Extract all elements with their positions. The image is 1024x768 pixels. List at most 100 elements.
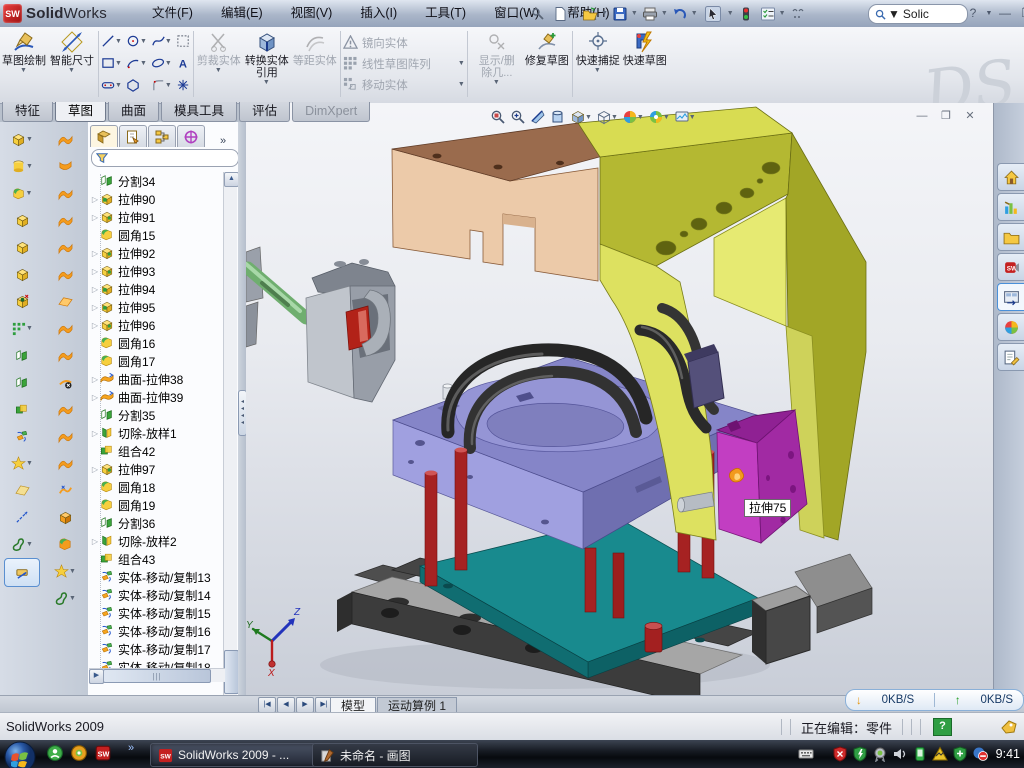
print-dropdown-icon[interactable]: ▼ (661, 10, 668, 17)
offset-entities-button[interactable]: 等距实体 (292, 29, 338, 99)
tab-评估[interactable]: 评估 (239, 102, 290, 122)
quicklaunch-solidworks-launcher[interactable]: SW (94, 744, 112, 762)
sketch-entity-box-select[interactable] (176, 30, 191, 52)
expand-icon[interactable]: ▷ (90, 195, 100, 204)
display-delete-relations-button[interactable]: 显示/删除几...▼ (470, 29, 524, 99)
smart-dimension-button[interactable]: 智能尺寸▼ (48, 29, 96, 99)
network-speed-widget[interactable]: ↓ 0KB/S ↑ 0KB/S (845, 689, 1024, 711)
tab-模具工具[interactable]: 模具工具 (161, 102, 237, 122)
revolved-surface-button[interactable] (48, 153, 82, 180)
graphics-viewport[interactable]: Y Z X ▼▼▼▼▼ — ❐ ✕ 拉伸75 (246, 103, 993, 695)
untrim-surface-button[interactable] (48, 423, 82, 450)
toolbar-pin-icon[interactable] (528, 4, 548, 24)
tree-item[interactable]: 分割35 (90, 406, 222, 424)
zoom-area-button[interactable] (510, 109, 526, 125)
restore-button[interactable]: ❐ (1016, 4, 1024, 22)
quicklaunch-messenger[interactable] (46, 744, 64, 762)
expand-icon[interactable]: ▷ (90, 465, 100, 474)
minimize-button[interactable]: — (994, 4, 1016, 22)
select-arrow-dropdown-icon[interactable]: ▼ (727, 10, 734, 17)
tree-item[interactable]: 圆角15 (90, 226, 222, 244)
expand-icon[interactable]: ▷ (90, 393, 100, 402)
menu-插入(I)[interactable]: 插入(I) (346, 0, 411, 27)
tree-item[interactable]: 圆角16 (90, 334, 222, 352)
sketch-button[interactable]: 草图绘制▼ (0, 29, 48, 99)
move-copy-body-button[interactable] (5, 423, 39, 450)
sketch-entity-spline[interactable]: ▼ (151, 30, 172, 52)
expand-icon[interactable]: ▷ (90, 267, 100, 276)
view-setting-button[interactable]: ▼ (674, 109, 696, 125)
tree-vertical-scrollbar[interactable]: ▲ ▼ (223, 172, 237, 732)
tree-item[interactable]: ▷曲面-拉伸38 (90, 370, 222, 388)
tab-曲面[interactable]: 曲面 (108, 102, 159, 122)
new-file-dropdown-icon[interactable]: ▼ (571, 10, 578, 17)
panel-tab-feature-manager[interactable] (90, 125, 118, 147)
convert-entities-button[interactable]: 转换实体引用▼ (242, 29, 292, 99)
tree-item[interactable]: 实体-移动/复制14 (90, 586, 222, 604)
tree-scroll-thumb[interactable] (224, 650, 239, 694)
help-status-badge[interactable]: ? (933, 718, 952, 736)
tree-item[interactable]: ▷拉伸91 (90, 208, 222, 226)
taskpane-tab-solidworks-resources[interactable]: SW (997, 253, 1024, 281)
tree-item[interactable]: ▷拉伸94 (90, 280, 222, 298)
tree-item[interactable]: 实体-移动/复制17 (90, 640, 222, 658)
tree-item[interactable]: ▷拉伸96 (90, 316, 222, 334)
display-style-button[interactable]: ▼ (570, 109, 592, 125)
linear-sketch-pattern-button[interactable]: 线性草图阵列▼ (343, 53, 465, 74)
pattern-dropdown-icon[interactable]: ▼ (458, 60, 465, 67)
tree-item[interactable]: ▷切除-放样1 (90, 424, 222, 442)
tree-item[interactable]: 实体-移动/复制15 (90, 604, 222, 622)
tree-item[interactable]: 分割36 (90, 514, 222, 532)
tray-green-phone-icon[interactable] (912, 746, 928, 762)
toolbar-save-icon[interactable] (610, 4, 630, 24)
taskpane-tab-custom-properties[interactable] (997, 343, 1024, 371)
tree-item[interactable]: 实体-移动/复制13 (90, 568, 222, 586)
tree-filter-input[interactable] (91, 149, 239, 167)
curve-2-button[interactable]: ▼ (48, 585, 82, 612)
doc-restore-button[interactable]: ❐ (937, 109, 955, 124)
axis-button[interactable] (5, 504, 39, 531)
sketch-entity-slot[interactable]: ▼ (101, 74, 122, 96)
toolbar-options-list-icon[interactable] (758, 4, 778, 24)
taskpane-tab-file-explorer[interactable] (997, 223, 1024, 251)
apply-scene-button[interactable]: ▼ (648, 109, 670, 125)
smart-dim-dropdown-icon[interactable]: ▼ (68, 67, 75, 74)
tab-草图[interactable]: 草图 (55, 102, 106, 122)
menu-视图(V)[interactable]: 视图(V) (277, 0, 347, 27)
quick-launch-chevron[interactable]: » (128, 742, 134, 754)
split-button[interactable] (5, 342, 39, 369)
tree-item[interactable]: 实体-移动/复制16 (90, 622, 222, 640)
tray-volume-icon[interactable] (892, 746, 908, 762)
tree-item[interactable]: 分割34 (90, 172, 222, 190)
tree-item[interactable]: 圆角19 (90, 496, 222, 514)
plane-button[interactable] (5, 477, 39, 504)
expand-icon[interactable]: ▷ (90, 249, 100, 258)
panel-splitter[interactable]: ◂◂◂◂ (238, 122, 246, 695)
sketch-entity-ellipse[interactable]: ▼ (151, 52, 172, 74)
expand-icon[interactable]: ▷ (90, 285, 100, 294)
undo-dropdown-icon[interactable]: ▼ (691, 10, 698, 17)
tag-icon[interactable] (1000, 719, 1018, 735)
tray-green-shield-icon[interactable] (852, 746, 868, 762)
sketch-entity-rectangle[interactable]: ▼ (101, 52, 122, 74)
options-list-dropdown-icon[interactable]: ▼ (779, 10, 786, 17)
tree-item[interactable]: ▷拉伸90 (90, 190, 222, 208)
taskpane-tab-design-library[interactable] (997, 193, 1024, 221)
tree-hscroll-thumb[interactable]: ||| (103, 669, 211, 683)
edit-appearance-button[interactable]: ▼ (622, 109, 644, 125)
expand-icon[interactable]: ▷ (90, 213, 100, 222)
surface-fillet-button[interactable] (48, 531, 82, 558)
tab-特征[interactable]: 特征 (2, 102, 53, 122)
tray-keyboard-icon[interactable] (798, 746, 814, 762)
prev-study-icon[interactable]: ◀ (277, 697, 295, 713)
knit-surface-button[interactable] (48, 477, 82, 504)
sketch-entity-circle[interactable]: ▼ (126, 30, 147, 52)
swept-surface-button[interactable] (48, 180, 82, 207)
sketch-entity-polygon[interactable] (126, 74, 147, 96)
tray-warning-triangle-icon[interactable] (932, 746, 948, 762)
doc-close-button[interactable]: ✕ (961, 109, 979, 124)
replace-face-button[interactable] (48, 396, 82, 423)
tree-horizontal-scrollbar[interactable]: ◀ ||| ▶ (89, 668, 225, 682)
view-orientation-button[interactable] (550, 109, 566, 125)
panel-tabs-overflow[interactable]: » (220, 135, 226, 147)
